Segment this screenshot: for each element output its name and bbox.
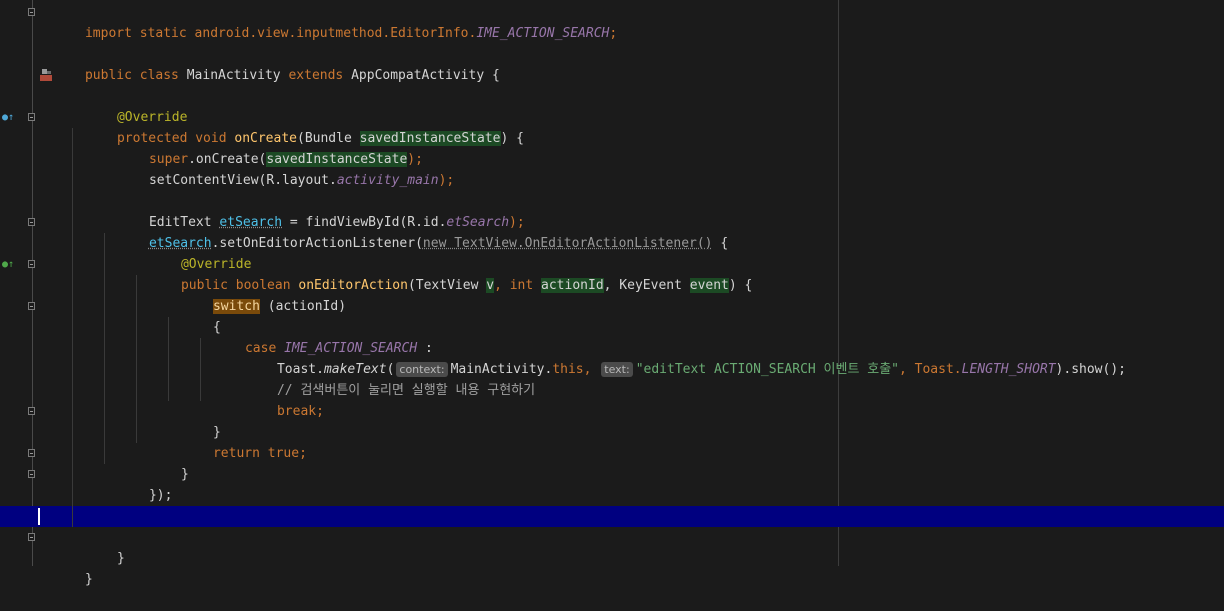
- indent-guide: [72, 317, 73, 338]
- indent-guide: [72, 359, 73, 380]
- extends-keyword: extends: [288, 68, 352, 83]
- fold-toggle-icon[interactable]: [28, 407, 35, 415]
- static-field: IME_ACTION_SEARCH: [476, 26, 610, 41]
- indent-guide: [104, 422, 105, 443]
- code-line-11[interactable]: etSearch.setOnEditorActionListener(new T…: [0, 212, 1224, 251]
- indent-guide: [168, 338, 169, 359]
- code-line-7[interactable]: super.onCreate(savedInstanceState);: [0, 128, 1224, 167]
- indent-guide: [104, 275, 105, 296]
- indent-guide: [104, 443, 105, 464]
- code-line-20[interactable]: }: [0, 401, 1224, 440]
- code-line-18[interactable]: // 검색버튼이 눌리면 실행할 내용 구현하기: [0, 359, 1224, 398]
- indent-guide: [136, 317, 137, 338]
- indent-guide: [72, 443, 73, 464]
- indent-guide: [72, 212, 73, 233]
- indent-guide: [104, 317, 105, 338]
- code-line-26[interactable]: }: [0, 527, 1224, 566]
- indent-guide: [136, 275, 137, 296]
- indent-guide: [136, 359, 137, 380]
- fold-toggle-icon[interactable]: [28, 8, 35, 16]
- fold-toggle-icon[interactable]: [28, 113, 35, 121]
- indent-guide: [168, 380, 169, 401]
- code-line-13[interactable]: ●↑ public boolean onEditorAction(TextVie…: [0, 254, 1224, 293]
- indent-guide: [104, 338, 105, 359]
- fold-toggle-icon[interactable]: [28, 302, 35, 310]
- indent-guide: [136, 380, 137, 401]
- indent-guide: [72, 233, 73, 254]
- indent-guide: [104, 233, 105, 254]
- fold-toggle-icon[interactable]: [28, 533, 35, 541]
- class-modifiers: public class: [84, 68, 187, 83]
- indent-guide: [72, 191, 73, 212]
- code-line-15[interactable]: {: [0, 296, 1224, 335]
- indent-guide: [168, 359, 169, 380]
- fold-toggle-icon[interactable]: [28, 260, 35, 268]
- indent-guide: [104, 254, 105, 275]
- indent-guide: [72, 338, 73, 359]
- code-line-16[interactable]: case IME_ACTION_SEARCH :: [0, 317, 1224, 356]
- indent-guide: [72, 380, 73, 401]
- fold-toggle-icon[interactable]: [28, 449, 35, 457]
- code-line-21[interactable]: return true;: [0, 422, 1224, 461]
- indent-guide: [104, 296, 105, 317]
- indent-guide: [72, 254, 73, 275]
- override-method-icon[interactable]: ●↑: [2, 254, 14, 275]
- code-line-14[interactable]: switch (actionId): [0, 275, 1224, 314]
- code-line-19[interactable]: break;: [0, 380, 1224, 419]
- code-text: }: [84, 572, 93, 587]
- indent-guide: [72, 464, 73, 485]
- code-line-25-current[interactable]: [0, 506, 1224, 527]
- fold-toggle-icon[interactable]: [28, 470, 35, 478]
- code-line-17[interactable]: Toast.makeText(context: MainActivity.this…: [0, 338, 1224, 377]
- code-line-22[interactable]: }: [0, 443, 1224, 482]
- indent-guide: [200, 380, 201, 401]
- code-line-3[interactable]: public class MainActivity extends AppCom…: [0, 44, 1224, 83]
- indent-guide: [136, 422, 137, 443]
- indent-guide: [200, 338, 201, 359]
- class-name: MainActivity: [186, 68, 289, 83]
- indent-guide: [72, 128, 73, 149]
- override-method-icon[interactable]: ●↑: [2, 107, 14, 128]
- code-line-1[interactable]: import static android.view.inputmethod.E…: [0, 2, 1224, 41]
- indent-guide: [136, 338, 137, 359]
- text-cursor: [38, 508, 40, 525]
- code-line-23[interactable]: });: [0, 464, 1224, 503]
- code-line-10[interactable]: EditText etSearch = findViewById(R.id.et…: [0, 191, 1224, 230]
- indent-guide: [136, 296, 137, 317]
- indent-guide: [136, 401, 137, 422]
- code-line-6[interactable]: ●↑ protected void onCreate(Bundle savedI…: [0, 107, 1224, 146]
- code-editor[interactable]: import static android.view.inputmethod.E…: [0, 0, 1224, 587]
- indent-guide: [104, 401, 105, 422]
- code-line-5[interactable]: @Override: [0, 86, 1224, 125]
- indent-guide: [104, 359, 105, 380]
- import-keyword: import static android.view.inputmethod.E…: [84, 26, 477, 41]
- indent-guide: [72, 506, 73, 527]
- code-line-24[interactable]: [0, 485, 1224, 506]
- superclass-name: AppCompatActivity {: [351, 68, 500, 83]
- indent-guide: [72, 170, 73, 191]
- indent-guide: [72, 275, 73, 296]
- code-line-9[interactable]: [0, 170, 1224, 191]
- indent-guide: [72, 485, 73, 506]
- indent-guide: [72, 401, 73, 422]
- indent-guide: [72, 422, 73, 443]
- code-line-8[interactable]: setContentView(R.layout.activity_main);: [0, 149, 1224, 188]
- indent-guide: [168, 317, 169, 338]
- semicolon: ;: [609, 26, 618, 41]
- code-line-12[interactable]: @Override: [0, 233, 1224, 272]
- indent-guide: [200, 359, 201, 380]
- indent-guide: [72, 149, 73, 170]
- indent-guide: [72, 296, 73, 317]
- indent-guide: [104, 380, 105, 401]
- fold-toggle-icon[interactable]: [28, 218, 35, 226]
